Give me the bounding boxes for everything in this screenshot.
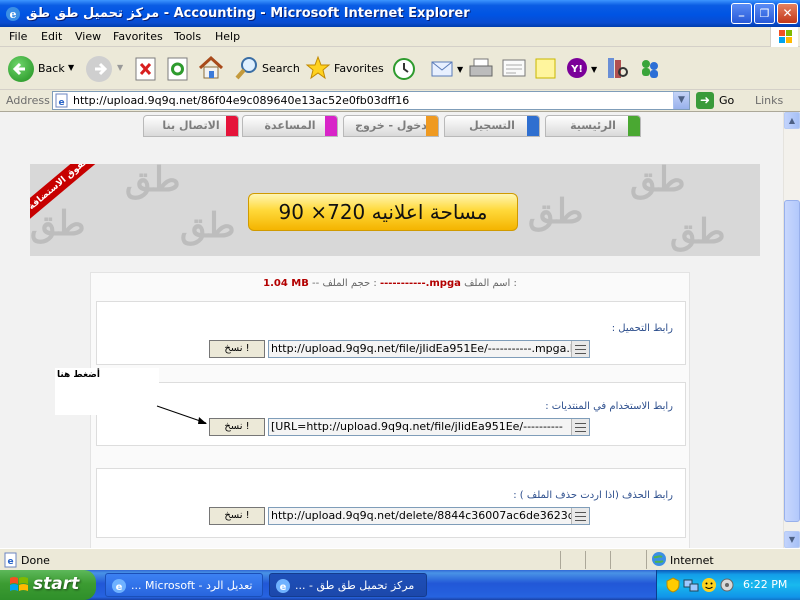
address-label: Address <box>6 94 50 107</box>
status-divider <box>560 551 561 569</box>
back-button[interactable]: Back ▼ <box>8 54 80 84</box>
internet-explorer-icon: e <box>276 579 290 593</box>
internet-explorer-icon: e <box>112 579 126 593</box>
status-text: Done <box>21 554 50 567</box>
svg-text:e: e <box>58 98 64 108</box>
search-label: Search <box>262 62 300 75</box>
messenger-icon <box>642 60 658 78</box>
maximize-button[interactable]: ❐ <box>754 3 775 24</box>
menu-favorites[interactable]: Favorites <box>113 30 163 43</box>
page-icon: e <box>55 93 68 108</box>
taskbar-item-upload-center[interactable]: e مركز تحميل طق طق - ... <box>269 573 427 597</box>
status-divider <box>585 551 586 569</box>
menu-view[interactable]: View <box>75 30 101 43</box>
forward-dropdown-icon[interactable]: ▼ <box>117 63 123 72</box>
taskbar: start e تعديل الرد - Microsoft ... e مرك… <box>0 570 800 600</box>
home-button[interactable] <box>197 54 225 84</box>
windows-logo-icon <box>770 27 798 47</box>
stop-icon <box>135 57 156 81</box>
start-label: start <box>33 574 80 594</box>
internet-explorer-icon: e <box>6 7 20 21</box>
clock[interactable]: 6:22 PM <box>743 578 787 591</box>
svg-text:Y!: Y! <box>570 64 583 75</box>
close-button[interactable]: ✕ <box>777 3 798 24</box>
refresh-icon <box>167 57 188 81</box>
menu-file[interactable]: File <box>9 30 27 43</box>
page-viewport: الرئيسية التسجيل دخول - خروج المساعدة ال… <box>0 112 783 548</box>
internet-globe-icon <box>652 552 666 566</box>
sticky-note-icon <box>535 58 556 79</box>
favorites-star-icon <box>305 55 331 80</box>
taskbar-item-upload-center-label: مركز تحميل طق طق - ... <box>295 579 415 592</box>
messenger-tray-icon[interactable] <box>701 577 717 593</box>
go-arrow-icon: ➜ <box>696 92 714 109</box>
address-bar: Address e http://upload.9q9q.net/86f04e9… <box>0 90 800 112</box>
forward-button[interactable]: ▼ <box>86 54 126 84</box>
status-bar: e Done Internet <box>0 548 800 570</box>
back-label: Back <box>38 62 65 75</box>
window-title: مركز تحميل طق طق - Accounting - Microsof… <box>26 6 470 21</box>
history-button[interactable] <box>391 54 417 84</box>
svg-text:e: e <box>280 582 287 593</box>
mail-icon: ▼ <box>431 61 464 77</box>
status-divider <box>610 551 611 569</box>
volume-icon[interactable] <box>719 577 735 593</box>
favorites-button[interactable]: Favorites <box>305 54 385 84</box>
mail-button[interactable]: ▼ <box>430 54 464 84</box>
security-shield-icon[interactable] <box>665 577 681 593</box>
edit-document-icon <box>502 59 526 77</box>
title-bar: e مركز تحميل طق طق - Accounting - Micros… <box>0 0 800 27</box>
links-button[interactable]: Links <box>755 94 783 107</box>
search-icon <box>235 57 257 80</box>
address-input[interactable]: e http://upload.9q9q.net/86f04e9c089640e… <box>52 91 690 110</box>
svg-text:e: e <box>7 557 13 567</box>
address-url: http://upload.9q9q.net/86f04e9c089640e13… <box>73 94 410 107</box>
favorites-label: Favorites <box>334 62 384 75</box>
menu-bar: File Edit View Favorites Tools Help <box>0 27 800 47</box>
print-button[interactable] <box>468 54 494 84</box>
windows-logo-icon <box>10 577 28 591</box>
page-done-icon: e <box>4 552 17 568</box>
menu-edit[interactable]: Edit <box>41 30 62 43</box>
scroll-thumb[interactable] <box>784 200 800 522</box>
home-icon <box>198 55 224 79</box>
taskbar-item-reply[interactable]: e تعديل الرد - Microsoft ... <box>105 573 263 597</box>
research-icon <box>608 58 628 78</box>
network-icon[interactable] <box>683 577 699 593</box>
svg-text:e: e <box>10 8 17 21</box>
forward-arrow-icon <box>86 56 112 82</box>
scroll-up-icon[interactable]: ▲ <box>784 112 800 129</box>
address-dropdown-icon[interactable]: ▼ <box>673 92 689 109</box>
taskbar-item-reply-label: تعديل الرد - Microsoft ... <box>131 579 253 592</box>
research-button[interactable] <box>604 54 630 84</box>
svg-text:▼: ▼ <box>591 65 598 74</box>
go-label: Go <box>719 94 735 107</box>
security-zone: Internet <box>646 550 796 569</box>
yahoo-icon: Y! ▼ <box>567 58 598 78</box>
toolbar: Back ▼ ▼ Search Favorites ▼ Y! ▼ <box>0 48 800 90</box>
annotation-arrow <box>156 405 207 436</box>
svg-text:▼: ▼ <box>457 65 464 74</box>
history-icon <box>393 58 415 80</box>
back-arrow-icon <box>8 56 34 82</box>
vertical-scrollbar[interactable]: ▲ ▼ <box>783 112 800 548</box>
security-zone-label: Internet <box>670 554 714 567</box>
messenger-button[interactable] <box>637 54 663 84</box>
edit-page-button[interactable] <box>500 54 528 84</box>
minimize-button[interactable]: _ <box>731 3 752 24</box>
yahoo-button[interactable]: Y! ▼ <box>565 54 599 84</box>
back-dropdown-icon[interactable]: ▼ <box>68 63 74 72</box>
menu-help[interactable]: Help <box>215 30 240 43</box>
scroll-down-icon[interactable]: ▼ <box>784 531 800 548</box>
notes-button[interactable] <box>534 54 558 84</box>
stop-button[interactable] <box>134 54 160 84</box>
printer-icon <box>469 58 493 77</box>
system-tray: 6:22 PM <box>656 570 800 600</box>
menu-tools[interactable]: Tools <box>174 30 201 43</box>
svg-text:e: e <box>116 582 123 593</box>
refresh-button[interactable] <box>166 54 192 84</box>
start-button[interactable]: start <box>0 570 96 600</box>
search-button[interactable]: Search <box>234 54 300 84</box>
